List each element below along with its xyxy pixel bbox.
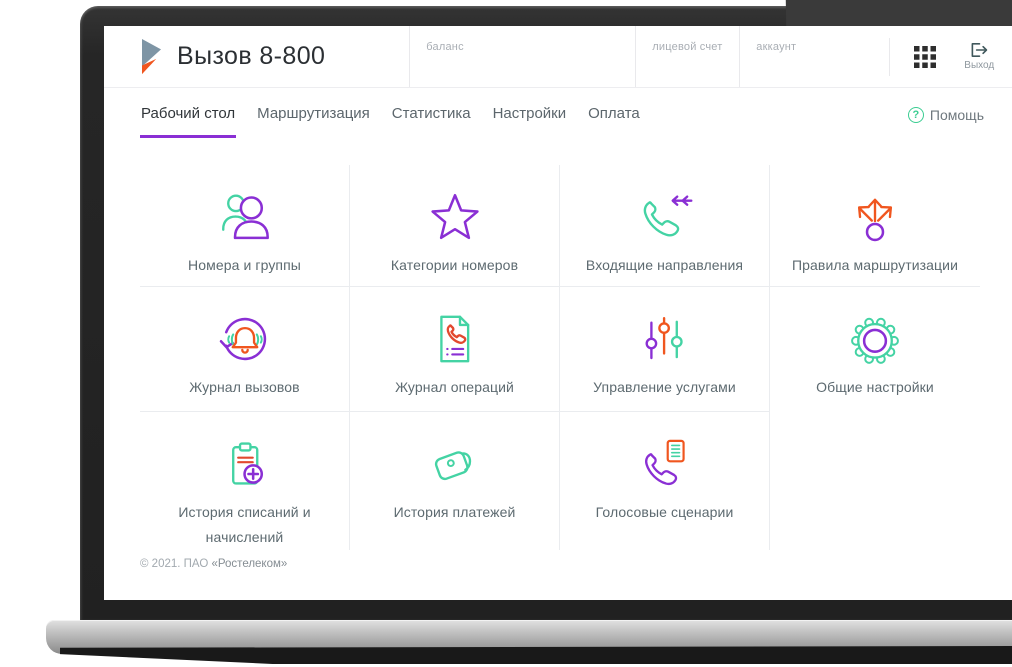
tile-label: Номера и группы bbox=[188, 257, 301, 273]
tile-label: Правила маршрутизации bbox=[792, 257, 958, 273]
logout-button[interactable]: Выход bbox=[964, 42, 994, 71]
tile-label: История списаний и начислений bbox=[178, 504, 311, 545]
tab-routing[interactable]: Маршрутизация bbox=[256, 90, 371, 138]
tile-number-categories[interactable]: Категории номеров bbox=[350, 165, 560, 287]
logout-icon bbox=[971, 43, 987, 57]
tab-statistics[interactable]: Статистика bbox=[391, 90, 472, 138]
account-field: аккаунт bbox=[739, 26, 889, 87]
tile-operations-log[interactable]: Журнал операций bbox=[350, 287, 560, 412]
tile-service-management[interactable]: Управление услугами bbox=[560, 287, 770, 412]
personal-account-field: лицевой счет bbox=[635, 26, 739, 87]
laptop-mockup: Вызов 8-800 баланс лицевой счет аккаунт bbox=[0, 0, 1012, 667]
star-icon bbox=[426, 188, 484, 246]
nav-bar: Рабочий стол Маршрутизация Статистика На… bbox=[104, 88, 1012, 138]
personal-account-label: лицевой счет bbox=[652, 41, 723, 53]
tile-label: Общие настройки bbox=[816, 379, 934, 395]
tile-label: Категории номеров bbox=[390, 257, 519, 273]
tiles-grid: Номера и группы Категории номеров Входящ… bbox=[140, 165, 982, 550]
app-logo[interactable]: Вызов 8-800 bbox=[140, 38, 325, 76]
clipboard-plus-icon bbox=[216, 435, 274, 493]
tab-desktop[interactable]: Рабочий стол bbox=[140, 90, 237, 138]
tile-general-settings[interactable]: Общие настройки bbox=[770, 287, 980, 412]
tile-label: Журнал вызовов bbox=[189, 379, 300, 395]
tile-call-log[interactable]: Журнал вызовов bbox=[140, 287, 350, 412]
footer-copyright: © 2021. ПАО «Ростелеком» bbox=[140, 558, 1012, 570]
voice-script-phone-icon bbox=[636, 435, 694, 493]
copyright-company: «Ростелеком» bbox=[211, 558, 288, 570]
tab-payment[interactable]: Оплата bbox=[587, 90, 641, 138]
app-screen: Вызов 8-800 баланс лицевой счет аккаунт bbox=[104, 26, 1012, 600]
incoming-call-icon bbox=[636, 188, 694, 246]
logout-label: Выход bbox=[964, 60, 995, 71]
help-link[interactable]: Помощь bbox=[907, 107, 984, 138]
apps-grid-icon[interactable] bbox=[914, 45, 937, 68]
tile-charges-history[interactable]: История списаний и начислений bbox=[140, 412, 350, 550]
people-icon bbox=[216, 188, 274, 246]
help-label: Помощь bbox=[929, 107, 984, 123]
app-title: Вызов 8-800 bbox=[177, 42, 326, 70]
account-label: аккаунт bbox=[756, 41, 797, 53]
tile-voice-scenarios[interactable]: Голосовые сценарии bbox=[560, 412, 770, 550]
tile-numbers-and-groups[interactable]: Номера и группы bbox=[140, 165, 350, 287]
sliders-icon bbox=[636, 310, 694, 368]
tile-incoming-directions[interactable]: Входящие направления bbox=[560, 165, 770, 287]
operations-document-icon bbox=[426, 310, 484, 368]
tile-label: История платежей bbox=[393, 504, 516, 520]
balance-field: баланс bbox=[409, 26, 635, 87]
call-log-bell-icon bbox=[216, 310, 274, 368]
balance-label: баланс bbox=[426, 41, 464, 53]
tile-payments-history[interactable]: История платежей bbox=[350, 412, 560, 550]
rostelecom-logo-icon bbox=[142, 38, 161, 74]
question-circle-icon bbox=[907, 107, 924, 123]
routing-arrows-icon bbox=[846, 188, 904, 246]
tile-routing-rules[interactable]: Правила маршрутизации bbox=[770, 165, 980, 287]
wallet-icon bbox=[426, 435, 484, 493]
laptop-base-shadow bbox=[60, 646, 1012, 664]
tile-label: Входящие направления bbox=[585, 257, 744, 273]
header-actions: Выход bbox=[889, 37, 994, 76]
header-fields: баланс лицевой счет аккаунт bbox=[409, 26, 889, 87]
tile-label: Управление услугами bbox=[593, 379, 736, 395]
gear-icon bbox=[846, 310, 904, 368]
app-header: Вызов 8-800 баланс лицевой счет аккаунт bbox=[104, 26, 1012, 88]
copyright-prefix: © 2021. ПАО bbox=[140, 558, 212, 570]
nav-tabs: Рабочий стол Маршрутизация Статистика На… bbox=[140, 90, 641, 138]
empty-grid-cell bbox=[770, 412, 980, 550]
tile-label: Журнал операций bbox=[395, 379, 514, 395]
tab-settings[interactable]: Настройки bbox=[492, 90, 568, 138]
tile-label: Голосовые сценарии bbox=[595, 504, 734, 520]
